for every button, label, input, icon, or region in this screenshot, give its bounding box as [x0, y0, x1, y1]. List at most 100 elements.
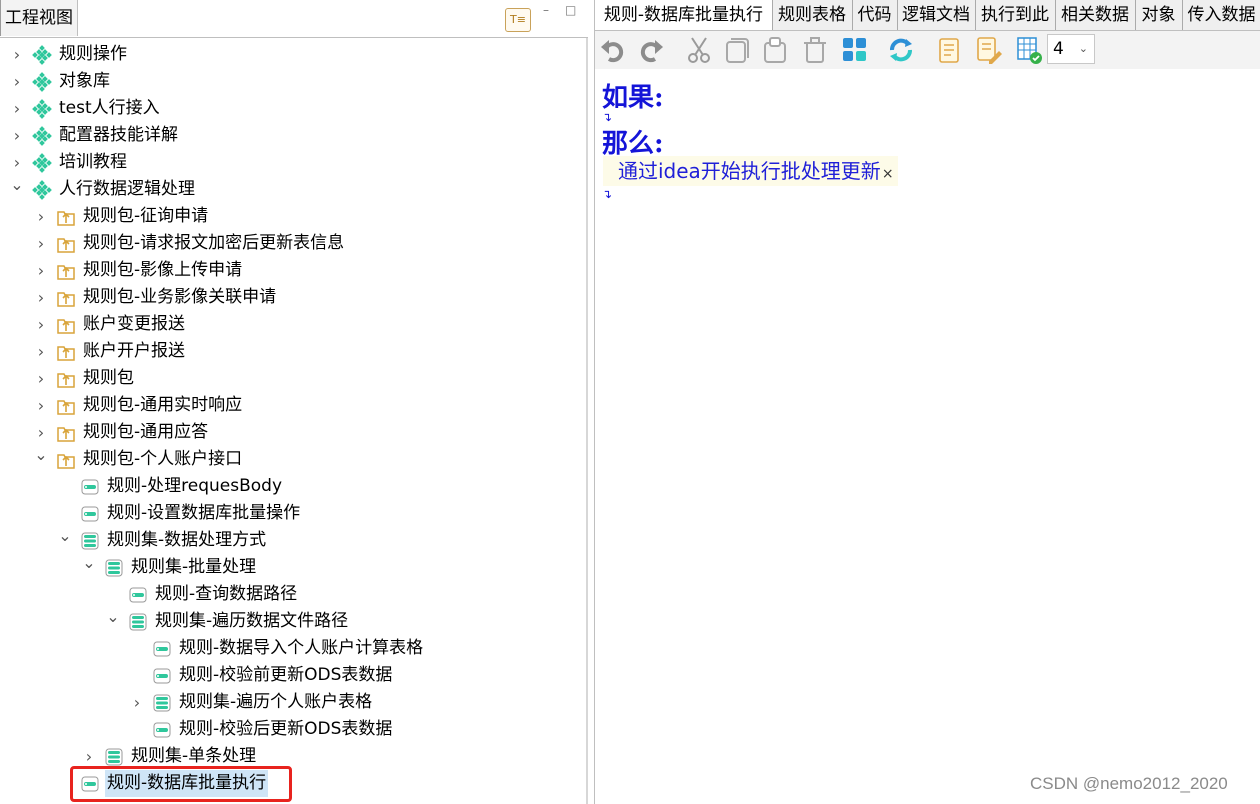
- project-tree: › 规则操作 › 对象库 › test人行接入 › 配置器技能详解 › 培训教程 ⌄ 人行数据逻辑处理…: [0, 40, 586, 804]
- project-icon: [32, 180, 52, 200]
- chevron-right-icon[interactable]: ›: [34, 257, 48, 284]
- chevron-down-icon[interactable]: ⌄: [106, 603, 120, 630]
- zoom-select[interactable]: 4 ⌄: [1047, 34, 1095, 64]
- tree-item[interactable]: 规则-校验前更新ODS表数据: [0, 662, 586, 689]
- rule-icon: [80, 504, 100, 524]
- tree-item[interactable]: › 规则包-通用实时响应: [0, 392, 586, 419]
- grid-icon[interactable]: [841, 35, 869, 65]
- tree-item-label: 规则集-批量处理: [131, 557, 257, 577]
- package-icon: [56, 261, 76, 281]
- tree-item[interactable]: 规则-查询数据路径: [0, 581, 586, 608]
- tree-item[interactable]: › 规则包-征询申请: [0, 203, 586, 230]
- editor-tab[interactable]: 代码: [852, 0, 898, 30]
- project-icon: [32, 153, 52, 173]
- chevron-right-icon[interactable]: ›: [34, 365, 48, 392]
- tree-item[interactable]: › 规则包-影像上传申请: [0, 257, 586, 284]
- chevron-right-icon[interactable]: ›: [34, 392, 48, 419]
- chevron-right-icon[interactable]: ›: [34, 284, 48, 311]
- chevron-right-icon[interactable]: ›: [130, 689, 144, 716]
- tree-item[interactable]: › 规则包-请求报文加密后更新表信息: [0, 230, 586, 257]
- tree-item-label: 规则集-遍历数据文件路径: [155, 611, 349, 631]
- editor-toolbar: 4 ⌄: [595, 31, 1260, 69]
- editor-tab[interactable]: 规则-数据库批量执行: [595, 0, 773, 30]
- tree-item-label: 规则包-请求报文加密后更新表信息: [83, 233, 345, 253]
- rule-icon: [152, 720, 172, 740]
- chevron-right-icon[interactable]: ›: [10, 122, 24, 149]
- delete-action-icon[interactable]: ×: [882, 166, 894, 182]
- refresh-icon[interactable]: [887, 35, 915, 65]
- editor-tab[interactable]: 相关数据: [1055, 0, 1136, 30]
- redo-icon[interactable]: [637, 35, 665, 65]
- tree-item-label: 规则-数据导入个人账户计算表格: [179, 638, 424, 658]
- editor-tab[interactable]: 传入数据: [1182, 0, 1260, 30]
- tree-item[interactable]: 规则-处理requesBody: [0, 473, 586, 500]
- chevron-down-icon[interactable]: ⌄: [58, 522, 72, 549]
- tree-item[interactable]: ⌄ 规则集-遍历数据文件路径: [0, 607, 586, 635]
- delete-icon[interactable]: [801, 35, 829, 65]
- table-check-icon[interactable]: [1015, 35, 1043, 65]
- chevron-right-icon[interactable]: ›: [10, 41, 24, 68]
- action-text[interactable]: 通过idea开始执行批处理更新: [618, 159, 881, 183]
- chevron-right-icon[interactable]: ›: [34, 311, 48, 338]
- tree-item[interactable]: › 规则集-遍历个人账户表格: [0, 689, 586, 716]
- tree-item-label: 规则-设置数据库批量操作: [107, 503, 301, 523]
- tree-item[interactable]: › 规则包: [0, 365, 586, 392]
- tree-item[interactable]: ⌄ 规则包-个人账户接口: [0, 445, 586, 473]
- chevron-down-icon[interactable]: ⌄: [82, 549, 96, 576]
- then-keyword[interactable]: 那么:: [602, 123, 664, 160]
- tree-item[interactable]: › 规则操作: [0, 41, 586, 68]
- cut-icon[interactable]: [685, 35, 713, 65]
- if-keyword[interactable]: 如果:: [602, 77, 664, 114]
- tree-item[interactable]: ⌄ 人行数据逻辑处理: [0, 175, 586, 203]
- tree-item-label: 规则-查询数据路径: [155, 584, 298, 604]
- tree-item[interactable]: › 配置器技能详解: [0, 122, 586, 149]
- tree-item[interactable]: › 规则包-业务影像关联申请: [0, 284, 586, 311]
- chevron-down-icon[interactable]: ⌄: [34, 441, 48, 468]
- tree-item[interactable]: › 账户变更报送: [0, 311, 586, 338]
- chevron-right-icon[interactable]: ›: [34, 338, 48, 365]
- project-view-tab[interactable]: 工程视图: [0, 0, 78, 36]
- tree-item[interactable]: 规则-设置数据库批量操作: [0, 500, 586, 527]
- copy-icon[interactable]: [723, 35, 751, 65]
- chevron-right-icon[interactable]: ›: [34, 230, 48, 257]
- editor-tab[interactable]: 执行到此: [975, 0, 1056, 30]
- chevron-right-icon[interactable]: ›: [34, 203, 48, 230]
- watermark: CSDN @nemo2012_2020: [1030, 774, 1228, 793]
- editor-tab[interactable]: 规则表格: [772, 0, 853, 30]
- if-enter-icon[interactable]: ↴: [602, 110, 612, 124]
- then-enter-icon[interactable]: ↴: [602, 187, 612, 201]
- minimize-button[interactable]: –: [543, 4, 549, 16]
- package-icon: [56, 207, 76, 227]
- tree-item[interactable]: › 账户开户报送: [0, 338, 586, 365]
- tree-item[interactable]: ⌄ 规则集-批量处理: [0, 553, 586, 581]
- package-icon: [56, 234, 76, 254]
- tree-item[interactable]: 规则-校验后更新ODS表数据: [0, 716, 586, 743]
- tree-item[interactable]: › 规则包-通用应答: [0, 419, 586, 446]
- tree-item[interactable]: › 培训教程: [0, 149, 586, 176]
- doc-icon[interactable]: [935, 35, 963, 65]
- project-icon: [32, 126, 52, 146]
- package-icon: [56, 315, 76, 335]
- zoom-value: 4: [1053, 39, 1064, 59]
- project-icon: [32, 72, 52, 92]
- text-format-button[interactable]: T≡: [505, 8, 531, 32]
- tree-item[interactable]: 规则-数据导入个人账户计算表格: [0, 635, 586, 662]
- tree-item-label: 规则包-业务影像关联申请: [83, 287, 277, 307]
- tree-item[interactable]: › 对象库: [0, 68, 586, 95]
- package-icon: [56, 369, 76, 389]
- paste-icon[interactable]: [761, 35, 789, 65]
- undo-icon[interactable]: [599, 35, 627, 65]
- selection-highlight-box: [70, 766, 292, 802]
- editor-tab-bar: 规则-数据库批量执行 规则表格 代码 逻辑文档 执行到此 相关数据 对象 传入数据: [595, 0, 1260, 31]
- tree-scrollbar[interactable]: [586, 38, 588, 804]
- doc-edit-icon[interactable]: [975, 35, 1003, 65]
- editor-tab[interactable]: 对象: [1135, 0, 1183, 30]
- chevron-right-icon[interactable]: ›: [10, 68, 24, 95]
- maximize-button[interactable]: □: [565, 4, 576, 16]
- tree-item[interactable]: › test人行接入: [0, 95, 586, 122]
- chevron-right-icon[interactable]: ›: [10, 95, 24, 122]
- rule-editor[interactable]: 如果: ↴ 那么: 通过idea开始执行批处理更新× ↴: [595, 69, 1260, 804]
- chevron-down-icon[interactable]: ⌄: [10, 171, 24, 198]
- action-statement[interactable]: 通过idea开始执行批处理更新×: [603, 156, 898, 186]
- editor-tab[interactable]: 逻辑文档: [897, 0, 976, 30]
